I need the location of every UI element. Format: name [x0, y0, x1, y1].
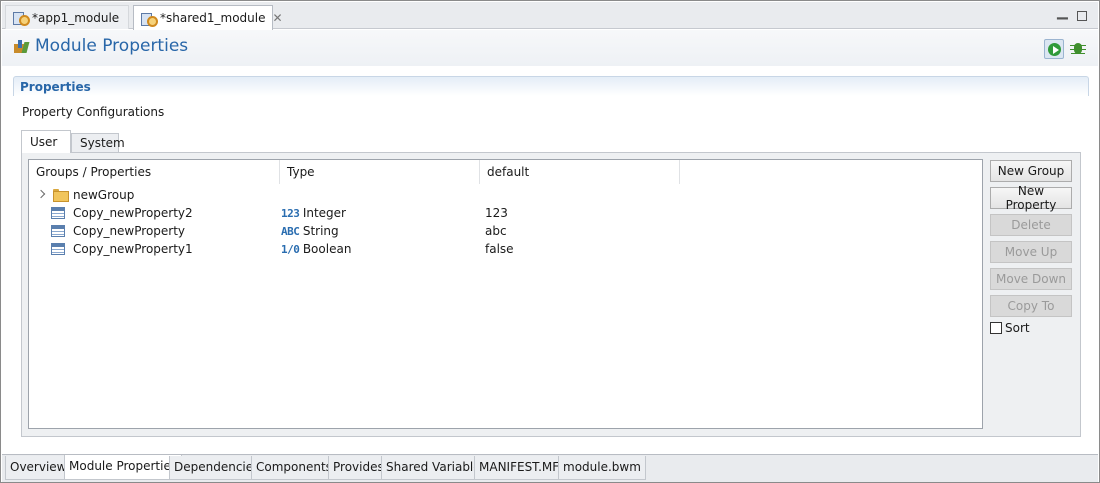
tab-system[interactable]: System	[71, 133, 125, 152]
tab-provides[interactable]: Provides	[328, 456, 389, 480]
maximize-icon[interactable]	[1077, 11, 1087, 21]
tab-content: Groups / Properties Type default newGrou…	[21, 152, 1081, 437]
property-table-icon	[51, 243, 65, 255]
editor-tab-app1-module[interactable]: *app1_module	[5, 5, 129, 29]
delete-button[interactable]: Delete	[990, 214, 1072, 236]
row-default: false	[485, 242, 514, 256]
integer-type-icon: 123	[281, 207, 300, 220]
debug-bug-icon[interactable]	[1070, 40, 1086, 56]
page-title: Module Properties	[35, 36, 189, 56]
row-type: ABC String	[281, 222, 339, 240]
sort-option[interactable]: Sort	[990, 321, 1030, 335]
new-group-button[interactable]: New Group	[990, 160, 1072, 182]
editor-window: *app1_module *shared1_module ✕ ▁ Module …	[0, 0, 1100, 483]
row-name: Copy_newProperty	[73, 224, 186, 238]
sort-label: Sort	[1005, 321, 1030, 335]
row-type-label: Integer	[302, 206, 346, 220]
close-tab-icon[interactable]: ✕	[273, 11, 283, 25]
tab-user[interactable]: User	[21, 130, 71, 153]
move-up-button[interactable]: Move Up	[990, 241, 1072, 263]
tree-row-property[interactable]: Copy_newProperty ABC String abc	[29, 222, 982, 240]
copy-to-button[interactable]: Copy To	[990, 295, 1072, 317]
property-table-icon	[51, 225, 65, 237]
column-header-default[interactable]: default	[480, 160, 680, 184]
tree-row-property[interactable]: Copy_newProperty1 1/0 Boolean false	[29, 240, 982, 258]
row-type: 123 Integer	[281, 204, 346, 222]
row-default: abc	[485, 224, 507, 238]
editor-tab-bar: *app1_module *shared1_module ✕ ▁	[2, 2, 1098, 30]
row-type-label: String	[302, 224, 339, 238]
minimize-icon[interactable]: ▁	[1057, 4, 1068, 20]
expand-chevron-icon[interactable]	[36, 189, 46, 199]
property-tab-folder: User System Groups / Properties Type def…	[21, 130, 1081, 437]
editor-tab-label: *app1_module	[32, 10, 120, 25]
tree-row-group[interactable]: newGroup	[29, 186, 982, 204]
tab-module-properties[interactable]: Module Properties	[64, 455, 183, 480]
module-bundle-icon	[12, 10, 30, 26]
module-properties-icon	[14, 40, 30, 54]
editor-tab-label: *shared1_module	[160, 11, 266, 25]
boolean-type-icon: 1/0	[281, 243, 300, 256]
row-name: newGroup	[73, 188, 135, 202]
properties-tree[interactable]: Groups / Properties Type default newGrou…	[28, 159, 983, 429]
column-header-groups-properties[interactable]: Groups / Properties	[29, 160, 280, 184]
property-table-icon	[51, 207, 65, 219]
row-name: Copy_newProperty2	[73, 206, 193, 220]
property-configurations-label: Property Configurations	[22, 105, 165, 119]
row-type: 1/0 Boolean	[281, 240, 351, 258]
properties-section-header[interactable]: Properties	[13, 76, 1089, 96]
module-bundle-icon	[140, 11, 158, 27]
row-default: 123	[485, 206, 508, 220]
new-property-button[interactable]: New Property	[990, 184, 1072, 212]
run-icon[interactable]	[1044, 39, 1064, 59]
tab-components[interactable]: Components	[251, 456, 337, 480]
string-type-icon: ABC	[281, 225, 300, 238]
column-header-type[interactable]: Type	[280, 160, 480, 184]
sort-checkbox[interactable]	[990, 322, 1002, 334]
page-tab-bar: Overview Module Properties Dependencies …	[2, 454, 1098, 482]
row-type-label: Boolean	[302, 242, 352, 256]
row-name: Copy_newProperty1	[73, 242, 193, 256]
tree-row-property[interactable]: Copy_newProperty2 123 Integer 123	[29, 204, 982, 222]
editor-tab-shared1-module[interactable]: *shared1_module ✕	[133, 5, 283, 30]
tab-overview[interactable]: Overview	[5, 456, 72, 480]
move-down-button[interactable]: Move Down	[990, 268, 1072, 290]
tab-manifest-mf[interactable]: MANIFEST.MF	[474, 456, 565, 480]
folder-icon	[53, 189, 69, 202]
section-title: Properties	[20, 80, 91, 94]
tab-module-bwm[interactable]: module.bwm	[558, 456, 646, 480]
form-header: Module Properties	[2, 30, 1098, 66]
